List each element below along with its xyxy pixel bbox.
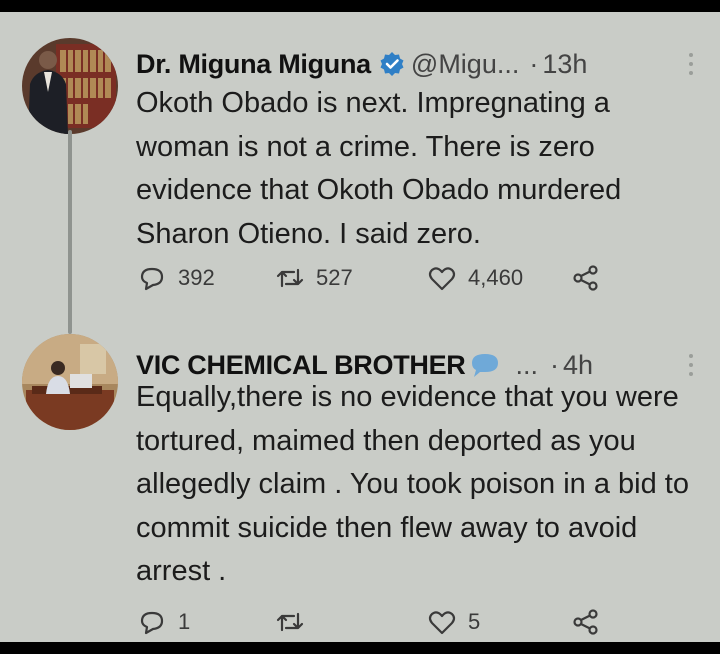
retweet-button[interactable]: 527 (274, 262, 353, 294)
reply-button[interactable]: 392 (136, 262, 215, 294)
author-handle[interactable]: @Migu... (411, 49, 519, 80)
like-count: 4,460 (468, 265, 524, 290)
more-options-icon[interactable] (688, 52, 694, 76)
like-button[interactable]: 5 (426, 606, 480, 638)
like-icon (428, 267, 456, 291)
share-icon (573, 265, 598, 291)
share-icon (573, 609, 598, 635)
tweet-1-actions: 392 527 4,460 (136, 262, 696, 298)
reply-icon (140, 267, 164, 291)
tweet-thread-screen: Dr. Miguna Miguna @Migu... · 13h Okoth O… (0, 12, 720, 642)
reply-icon (140, 611, 164, 635)
avatar-miguna[interactable] (22, 38, 118, 134)
retweet-button[interactable] (274, 606, 316, 638)
like-count: 5 (468, 609, 481, 634)
verified-badge-icon (379, 51, 405, 77)
thread-connector-line (68, 130, 72, 334)
reply-button[interactable]: 1 (136, 606, 190, 638)
tweet-2-actions: 1 5 (136, 606, 696, 642)
share-button[interactable] (570, 262, 602, 294)
speech-bubble-emoji (468, 351, 502, 379)
retweet-icon (276, 612, 304, 632)
avatar-vic[interactable] (22, 334, 118, 430)
share-button[interactable] (570, 606, 602, 638)
author-name[interactable]: Dr. Miguna Miguna (136, 49, 371, 80)
reply-count: 392 (178, 265, 215, 290)
tweet-text: Okoth Obado is next. Impregnating a woma… (136, 87, 622, 250)
more-options-icon[interactable] (688, 353, 694, 377)
like-button[interactable]: 4,460 (426, 262, 523, 294)
tweet-text: Equally,there is no evidence that you we… (136, 381, 689, 587)
retweet-count: 527 (316, 265, 353, 290)
like-icon (428, 611, 456, 635)
tweet-1-header: Dr. Miguna Miguna @Migu... · 13h (136, 44, 587, 84)
reply-count: 1 (178, 609, 191, 634)
tweet-timestamp[interactable]: 13h (542, 49, 587, 80)
retweet-icon (276, 268, 304, 288)
separator-dot: · (529, 48, 539, 79)
